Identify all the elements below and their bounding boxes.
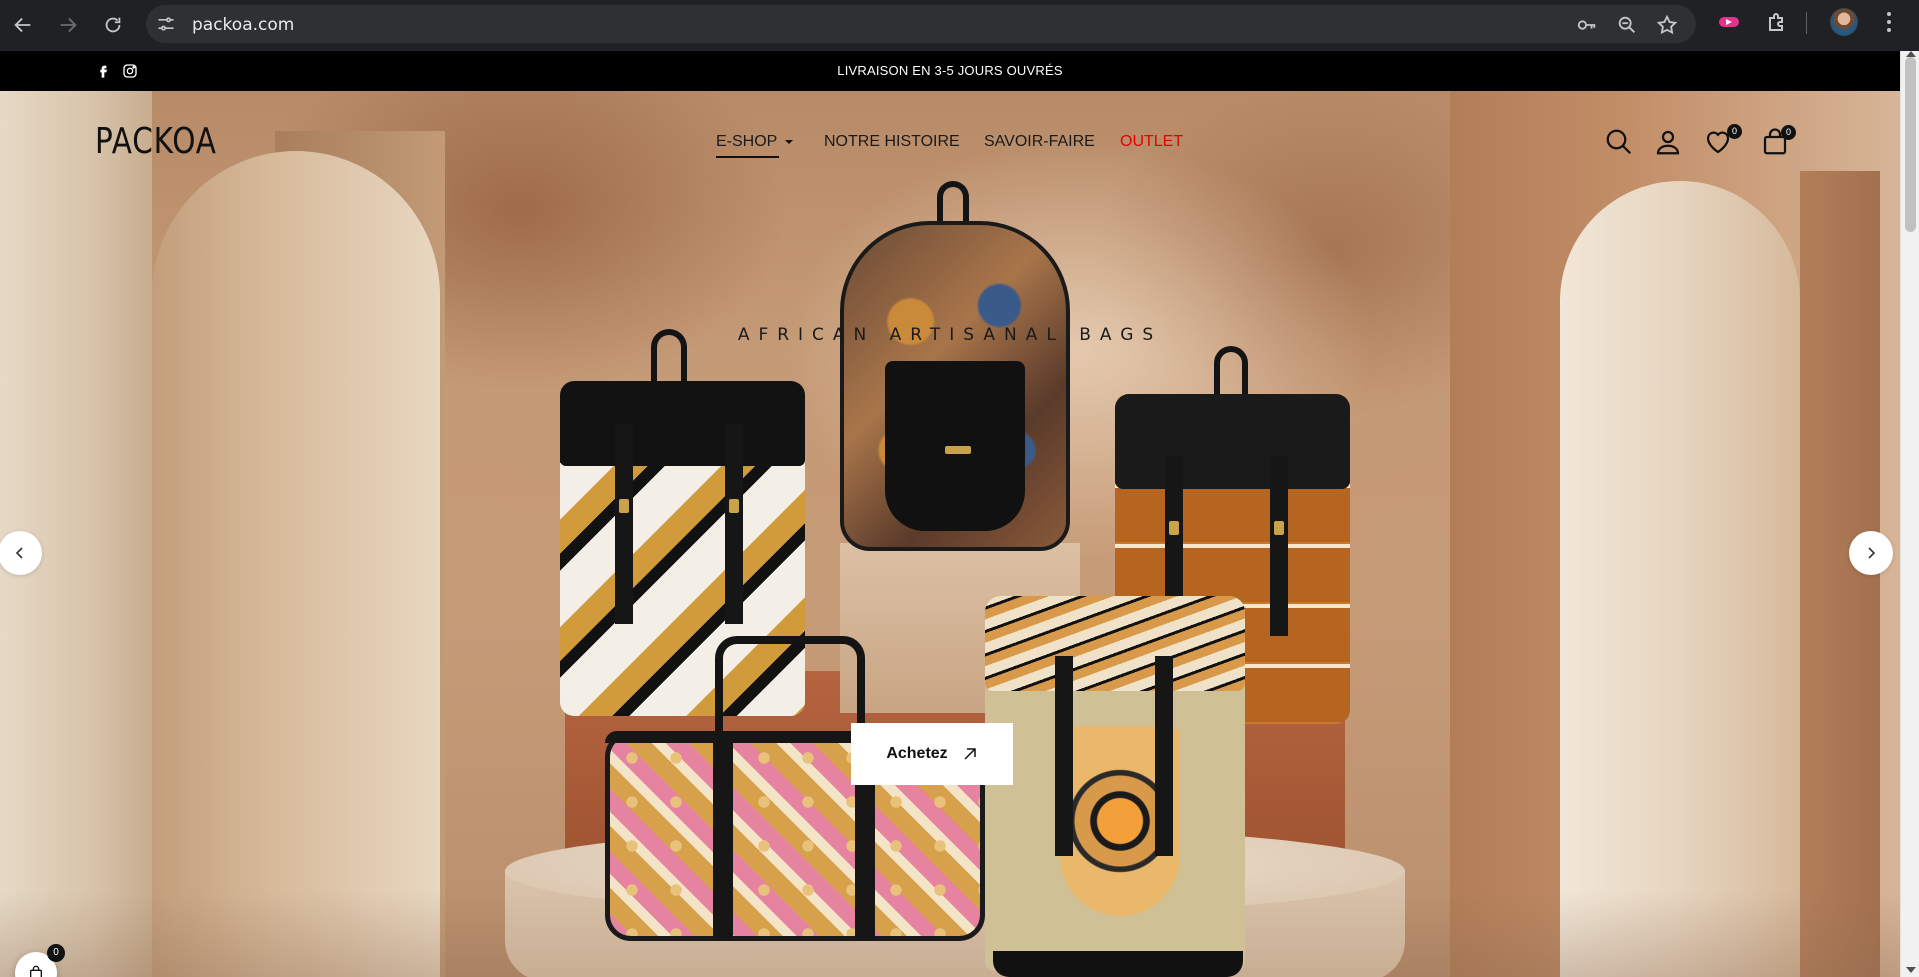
address-bar[interactable]: packoa.com bbox=[146, 5, 1696, 43]
back-button[interactable] bbox=[6, 8, 40, 42]
puzzle-icon[interactable] bbox=[1765, 10, 1789, 34]
wishlist-button[interactable]: 0 bbox=[1703, 124, 1742, 157]
nav-item-e-shop[interactable]: E-SHOP bbox=[716, 133, 794, 158]
slider-prev-button[interactable] bbox=[0, 531, 42, 575]
slider-next-button[interactable] bbox=[1849, 531, 1893, 575]
site-logo[interactable]: PACKOA bbox=[95, 121, 217, 162]
announcement-text: LIVRAISON EN 3-5 JOURS OUVRÉS bbox=[837, 63, 1063, 78]
cart-count-badge: 0 bbox=[1781, 125, 1796, 140]
wishlist-count-badge: 0 bbox=[1727, 124, 1742, 139]
cart-button[interactable]: 0 bbox=[1760, 125, 1796, 157]
nav-item-savoir-faire[interactable]: SAVOIR-FAIRE bbox=[984, 133, 1095, 151]
nav-item-label: E-SHOP bbox=[716, 133, 778, 150]
chevron-down-icon bbox=[785, 139, 794, 144]
cta-label: Achetez bbox=[886, 745, 948, 762]
hero-arch-right bbox=[1560, 181, 1800, 977]
extension-icon[interactable] bbox=[1717, 10, 1741, 34]
reload-button[interactable] bbox=[96, 8, 130, 42]
forward-button[interactable] bbox=[51, 8, 85, 42]
scrollbar-thumb[interactable] bbox=[1905, 57, 1916, 232]
menu-dots-icon[interactable] bbox=[1882, 10, 1896, 34]
chevron-left-icon bbox=[15, 547, 23, 559]
account-icon[interactable] bbox=[1653, 127, 1683, 157]
scroll-down-arrow-icon[interactable] bbox=[1906, 967, 1916, 973]
forward-icon bbox=[60, 17, 77, 33]
arrow-up-right-icon bbox=[964, 748, 976, 760]
password-key-icon[interactable] bbox=[1576, 14, 1598, 36]
site-info-icon[interactable] bbox=[156, 14, 176, 34]
zoom-icon[interactable] bbox=[1616, 14, 1638, 36]
announcement-bar: LIVRAISON EN 3-5 JOURS OUVRÉS bbox=[0, 51, 1900, 91]
floating-cart-count-badge: 0 bbox=[47, 944, 65, 962]
backpack-top-center bbox=[825, 181, 1085, 556]
hero-tagline: AFRICAN ARTISANAL BAGS bbox=[737, 325, 1163, 345]
hero-slider: PACKOA E-SHOP NOTRE HISTOIRE SAVOIR-FAIR… bbox=[0, 91, 1900, 977]
duffel-bag bbox=[605, 636, 985, 946]
hero-arch-left bbox=[152, 151, 440, 977]
search-icon[interactable] bbox=[1604, 127, 1634, 157]
shopping-bag-icon bbox=[30, 965, 42, 977]
nav-item-outlet[interactable]: OUTLET bbox=[1120, 133, 1183, 151]
page-scrollbar[interactable] bbox=[1900, 51, 1919, 977]
back-icon bbox=[14, 17, 31, 33]
browser-toolbar: packoa.com bbox=[0, 0, 1919, 51]
toolbar-divider bbox=[1806, 12, 1807, 34]
nav-item-notre-histoire[interactable]: NOTRE HISTOIRE bbox=[824, 133, 960, 151]
reload-icon bbox=[105, 17, 121, 33]
page-viewport: LIVRAISON EN 3-5 JOURS OUVRÉS PACKOA E-S… bbox=[0, 51, 1900, 977]
backpack-front-khaki bbox=[985, 596, 1250, 977]
profile-avatar[interactable] bbox=[1830, 8, 1858, 36]
chevron-right-icon bbox=[1868, 547, 1876, 559]
shop-now-button[interactable]: Achetez bbox=[851, 723, 1013, 785]
bookmark-star-icon[interactable] bbox=[1656, 14, 1678, 36]
url-text[interactable]: packoa.com bbox=[192, 15, 294, 35]
